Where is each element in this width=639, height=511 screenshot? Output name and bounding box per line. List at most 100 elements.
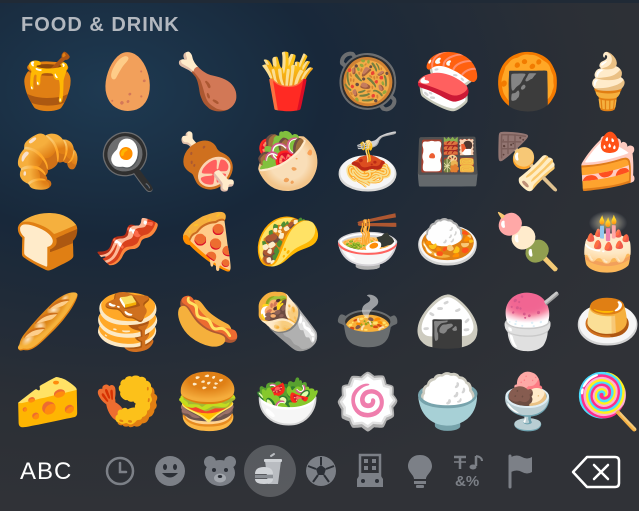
emoji-key[interactable]: 🍙 xyxy=(413,287,483,357)
category-food-button[interactable] xyxy=(244,445,296,497)
emoji-key[interactable]: 🍖 xyxy=(173,127,243,197)
clock-icon xyxy=(105,456,135,486)
emoji-key[interactable]: 🍯 xyxy=(13,47,83,117)
category-symbols-button[interactable]: &% xyxy=(449,451,489,491)
emoji-key[interactable]: 🌮 xyxy=(253,207,323,277)
emoji-key[interactable]: 🍮 xyxy=(573,287,639,357)
emoji-glyph: 🥖 xyxy=(14,290,82,353)
emoji-glyph: 🍘 xyxy=(494,50,562,113)
emoji-glyph: 🍯 xyxy=(14,50,82,113)
emoji-glyph: 🍜 xyxy=(334,210,402,273)
emoji-key[interactable]: 🍚 xyxy=(413,367,483,437)
emoji-key[interactable]: 🍣 xyxy=(413,47,483,117)
emoji-key[interactable]: 🍟 xyxy=(253,47,323,117)
emoji-glyph: 🍮 xyxy=(574,290,639,353)
emoji-key[interactable]: 🍤 xyxy=(93,367,163,437)
emoji-glyph: 🍚 xyxy=(414,370,482,433)
emoji-key[interactable]: 🍲 xyxy=(333,287,403,357)
category-flags-button[interactable] xyxy=(500,451,540,491)
emoji-key[interactable]: 🍢 xyxy=(493,127,563,197)
emoji-glyph: 🍛 xyxy=(414,210,482,273)
symbols-icon-text: &% xyxy=(455,473,479,489)
emoji-glyph: 🌮 xyxy=(254,210,322,273)
emoji-key[interactable]: 🍜 xyxy=(333,207,403,277)
emoji-key[interactable]: 🥖 xyxy=(13,287,83,357)
burger-cup-icon xyxy=(255,453,282,484)
emoji-key[interactable]: 🍱 xyxy=(413,127,483,197)
emoji-glyph: 🌭 xyxy=(174,290,242,353)
emoji-glyph: 🥙 xyxy=(254,130,322,193)
emoji-glyph: 🍢 xyxy=(494,130,562,193)
symbols-icon: &% xyxy=(454,455,483,489)
emoji-glyph: 🍧 xyxy=(494,290,562,353)
emoji-glyph: 🍰 xyxy=(574,130,639,193)
emoji-glyph: 🍕 xyxy=(174,210,242,273)
emoji-key[interactable]: 🥗 xyxy=(253,367,323,437)
emoji-key[interactable]: 🍕 xyxy=(173,207,243,277)
emoji-glyph: 🍡 xyxy=(494,210,562,273)
emoji-key[interactable]: 🍳 xyxy=(93,127,163,197)
emoji-glyph: 🍣 xyxy=(414,50,482,113)
emoji-key[interactable]: 🥚 xyxy=(93,47,163,117)
emoji-glyph: 🎂 xyxy=(574,210,639,273)
emoji-key[interactable]: 🥞 xyxy=(93,287,163,357)
emoji-key[interactable]: 🌭 xyxy=(173,287,243,357)
emoji-glyph: 🍤 xyxy=(94,370,162,433)
emoji-glyph: 🥚 xyxy=(94,50,162,113)
emoji-glyph: 🥓 xyxy=(94,210,162,273)
emoji-key[interactable]: 🍦 xyxy=(573,47,639,117)
emoji-glyph: 🥞 xyxy=(94,290,162,353)
soccer-ball-icon xyxy=(306,456,336,486)
category-travel-button[interactable] xyxy=(350,451,390,491)
emoji-glyph: 🥗 xyxy=(254,370,322,433)
emoji-glyph: 🍔 xyxy=(174,370,242,433)
category-animals-button[interactable] xyxy=(200,451,240,491)
emoji-glyph: 🥘 xyxy=(334,50,402,113)
emoji-glyph: 🍲 xyxy=(334,290,402,353)
emoji-key[interactable]: 🍛 xyxy=(413,207,483,277)
emoji-key[interactable]: 🍔 xyxy=(173,367,243,437)
emoji-key[interactable]: 🥓 xyxy=(93,207,163,277)
emoji-glyph: 🍱 xyxy=(414,130,482,193)
emoji-glyph: 🍟 xyxy=(254,50,322,113)
delete-button[interactable] xyxy=(570,455,622,489)
emoji-key[interactable]: 🧀 xyxy=(13,367,83,437)
emoji-key[interactable]: 🍝 xyxy=(333,127,403,197)
emoji-key[interactable]: 🥘 xyxy=(333,47,403,117)
building-car-icon xyxy=(357,453,383,487)
abc-keyboard-button[interactable]: ABC xyxy=(20,456,72,488)
backspace-icon xyxy=(571,455,621,489)
emoji-key[interactable]: 🍞 xyxy=(13,207,83,277)
emoji-grid: 🍯 🥚 🍗 🍟 🥘 🍣 🍘 🍦 🥐 🍳 🍖 🥙 🍝 🍱 🍢 🍰 🍞 🥓 🍕 🌮 🍜 🍛 🍡 🎂 🥖 🥞 🌭 🌯 🍲 🍙 🍧 🍮 🧀 🍤 🍔 🥗 🍥 🍚 🍨 🍭 xyxy=(0,0,639,440)
emoji-glyph: 🍝 xyxy=(334,130,402,193)
bear-icon xyxy=(204,456,236,486)
emoji-key[interactable]: 🍡 xyxy=(493,207,563,277)
emoji-key[interactable]: 🍰 xyxy=(573,127,639,197)
smiley-icon xyxy=(155,456,185,486)
emoji-glyph: 🍗 xyxy=(174,50,242,113)
lightbulb-icon xyxy=(408,455,432,488)
emoji-key[interactable]: 🍗 xyxy=(173,47,243,117)
emoji-key[interactable]: 🍘 xyxy=(493,47,563,117)
emoji-glyph: 🍞 xyxy=(14,210,82,273)
emoji-glyph: 🥐 xyxy=(14,130,82,193)
emoji-key[interactable]: 🍧 xyxy=(493,287,563,357)
emoji-glyph: 🍖 xyxy=(174,130,242,193)
emoji-glyph: 🍨 xyxy=(494,370,562,433)
category-objects-button[interactable] xyxy=(400,451,440,491)
emoji-glyph: 🍦 xyxy=(574,50,639,113)
emoji-key[interactable]: 🍭 xyxy=(573,367,639,437)
category-activity-button[interactable] xyxy=(301,451,341,491)
category-recent-button[interactable] xyxy=(100,451,140,491)
emoji-key[interactable]: 🎂 xyxy=(573,207,639,277)
emoji-key[interactable]: 🌯 xyxy=(253,287,323,357)
emoji-key[interactable]: 🍥 xyxy=(333,367,403,437)
flag-icon xyxy=(508,454,532,489)
category-smileys-button[interactable] xyxy=(150,451,190,491)
emoji-glyph: 🍳 xyxy=(94,130,162,193)
emoji-glyph: 🧀 xyxy=(14,370,82,433)
emoji-key[interactable]: 🥙 xyxy=(253,127,323,197)
emoji-key[interactable]: 🥐 xyxy=(13,127,83,197)
emoji-glyph: 🍙 xyxy=(414,290,482,353)
emoji-key[interactable]: 🍨 xyxy=(493,367,563,437)
